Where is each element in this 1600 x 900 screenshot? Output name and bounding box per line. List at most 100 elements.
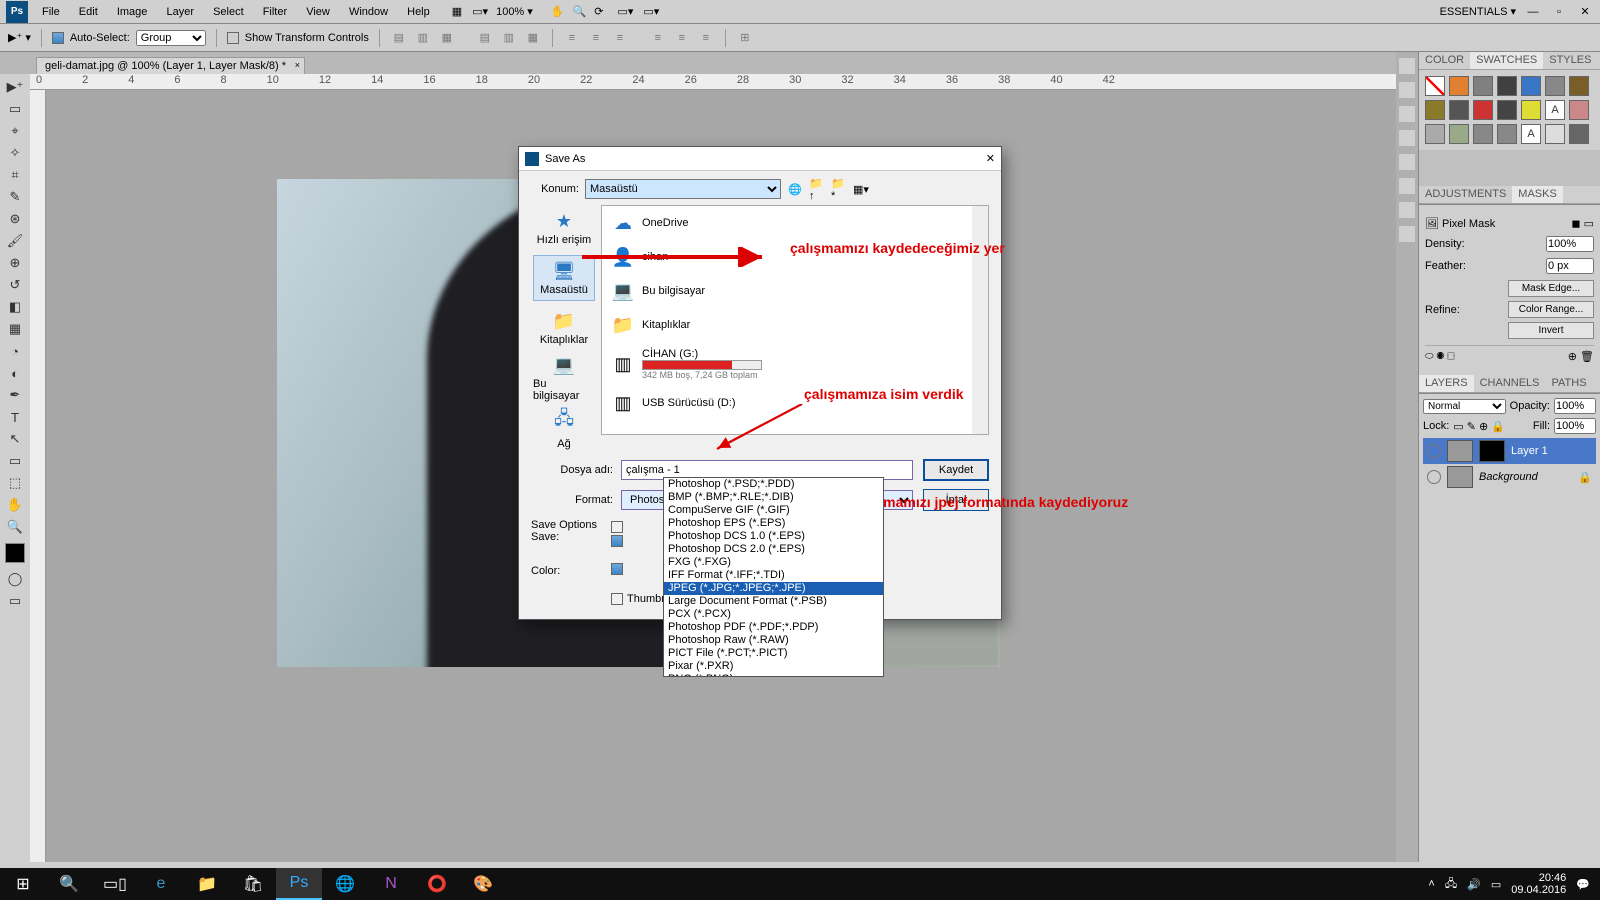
tab-paths[interactable]: PATHS <box>1546 375 1593 392</box>
clock[interactable]: 20:4609.04.2016 <box>1511 872 1566 896</box>
tab-styles[interactable]: STYLES <box>1543 52 1597 69</box>
menu-help[interactable]: Help <box>399 6 438 18</box>
up-icon[interactable]: 📁↑ <box>809 181 825 197</box>
shape-tool[interactable]: ▭ <box>3 451 27 471</box>
move-tool[interactable]: ▶⁺ <box>3 77 27 97</box>
close-tab-icon[interactable]: × <box>295 60 300 70</box>
eyedropper-tool[interactable]: ✎ <box>3 187 27 207</box>
swatch[interactable] <box>1425 76 1445 96</box>
list-item[interactable]: ▥USB Sürücüsü (D:) <box>602 386 988 420</box>
language-icon[interactable]: ▭ <box>1491 878 1501 891</box>
density-input[interactable] <box>1546 236 1594 252</box>
tray-chevron-icon[interactable]: ˄ <box>1428 878 1434 890</box>
launch-bridge-icon[interactable]: ▦ <box>452 5 462 18</box>
panel-icon[interactable] <box>1399 58 1415 74</box>
chrome-icon[interactable]: 🌐 <box>322 868 368 900</box>
screen-mode-icon[interactable]: ▭▾ <box>472 5 488 18</box>
history-brush-tool[interactable]: ↺ <box>3 275 27 295</box>
format-option[interactable]: Photoshop EPS (*.EPS) <box>664 517 883 530</box>
brush-tool[interactable]: 🖌 <box>3 231 27 251</box>
back-icon[interactable]: 🌐 <box>787 181 803 197</box>
tab-channels[interactable]: CHANNELS <box>1474 375 1546 392</box>
format-option[interactable]: FXG (*.FXG) <box>664 556 883 569</box>
tab-masks[interactable]: MASKS <box>1512 186 1563 203</box>
taskview-button[interactable]: ▭▯ <box>92 868 138 900</box>
edge-icon[interactable]: e <box>138 868 184 900</box>
viewmode-icon[interactable]: ▦▾ <box>853 181 869 197</box>
format-option[interactable]: Large Document Format (*.PSB) <box>664 595 883 608</box>
3d-tool[interactable]: ⬚ <box>3 473 27 493</box>
feather-input[interactable] <box>1546 258 1594 274</box>
newfolder-icon[interactable]: 📁* <box>831 181 847 197</box>
mask-edge-button[interactable]: Mask Edge... <box>1508 280 1594 297</box>
format-option-selected[interactable]: JPEG (*.JPG;*.JPEG;*.JPE) <box>664 582 883 595</box>
visibility-icon[interactable] <box>1427 470 1441 484</box>
close-button[interactable]: ✕ <box>1576 5 1594 18</box>
format-list[interactable]: Photoshop (*.PSD;*.PDD) BMP (*.BMP;*.RLE… <box>663 477 884 677</box>
format-option[interactable]: Photoshop (*.PSD;*.PDD) <box>664 478 883 491</box>
workspace-switcher[interactable]: ESSENTIALS ▾ <box>1440 5 1516 18</box>
screenmode-icon[interactable]: ▭ <box>3 591 27 611</box>
invert-button[interactable]: Invert <box>1508 322 1594 339</box>
zoom-tool[interactable]: 🔍 <box>3 517 27 537</box>
arrange-icon-2[interactable]: ▭▾ <box>643 5 659 18</box>
blend-mode[interactable]: Normal <box>1423 399 1506 414</box>
align-icon[interactable]: ▤ <box>390 29 408 47</box>
visibility-icon[interactable] <box>1427 444 1441 458</box>
explorer-icon[interactable]: 📁 <box>184 868 230 900</box>
format-option[interactable]: PCX (*.PCX) <box>664 608 883 621</box>
save-button[interactable]: Kaydet <box>923 459 989 481</box>
network-icon[interactable]: 🖧 <box>1445 875 1457 894</box>
format-option[interactable]: Photoshop DCS 2.0 (*.EPS) <box>664 543 883 556</box>
tab-swatches[interactable]: SWATCHES <box>1470 52 1543 69</box>
list-item[interactable]: 📁Kitaplıklar <box>602 308 988 342</box>
stamp-tool[interactable]: ⊕ <box>3 253 27 273</box>
tool-preset-icon[interactable]: ▶⁺ ▾ <box>8 31 31 44</box>
place-thispc[interactable]: 💻Bu bilgisayar <box>533 355 595 401</box>
auto-select-checkbox[interactable] <box>52 32 64 44</box>
menu-window[interactable]: Window <box>341 6 396 18</box>
dodge-tool[interactable]: ◐ <box>3 363 27 383</box>
gradient-tool[interactable]: ▦ <box>3 319 27 339</box>
cancel-button[interactable]: İptal <box>923 489 989 511</box>
onenote-icon[interactable]: N <box>368 868 414 900</box>
format-option[interactable]: Photoshop DCS 1.0 (*.EPS) <box>664 530 883 543</box>
list-item[interactable]: 👤cihan <box>602 240 988 274</box>
color-swatch[interactable] <box>3 539 27 567</box>
tab-color[interactable]: COLOR <box>1419 52 1470 69</box>
format-option[interactable]: BMP (*.BMP;*.RLE;*.DIB) <box>664 491 883 504</box>
layer-row[interactable]: Background🔒 <box>1423 464 1596 490</box>
quickmask-icon[interactable]: ◯ <box>3 569 27 589</box>
place-libraries[interactable]: 📁Kitaplıklar <box>533 305 595 351</box>
format-option[interactable]: Photoshop Raw (*.RAW) <box>664 634 883 647</box>
paint-icon[interactable]: 🎨 <box>460 868 506 900</box>
format-option[interactable]: Photoshop PDF (*.PDF;*.PDP) <box>664 621 883 634</box>
list-scrollbar[interactable] <box>972 206 988 434</box>
volume-icon[interactable]: 🔊 <box>1467 878 1481 891</box>
tab-layers[interactable]: LAYERS <box>1419 375 1474 392</box>
notifications-icon[interactable]: 💬 <box>1576 878 1590 891</box>
arrange-icon[interactable]: ▭▾ <box>617 5 633 18</box>
opacity-input[interactable] <box>1554 398 1596 414</box>
fill-input[interactable] <box>1554 418 1596 434</box>
file-list[interactable]: ☁OneDrive 👤cihan 💻Bu bilgisayar 📁Kitaplı… <box>601 205 989 435</box>
hand-icon[interactable]: ✋ <box>551 5 565 18</box>
wand-tool[interactable]: ✧ <box>3 143 27 163</box>
location-dropdown[interactable]: Masaüstü <box>585 179 781 199</box>
search-button[interactable]: 🔍 <box>46 868 92 900</box>
heal-tool[interactable]: ⊛ <box>3 209 27 229</box>
restore-button[interactable]: ▫ <box>1550 6 1568 18</box>
app-icon[interactable]: ⭕ <box>414 868 460 900</box>
path-tool[interactable]: ↖ <box>3 429 27 449</box>
crop-tool[interactable]: ⌗ <box>3 165 27 185</box>
menu-image[interactable]: Image <box>109 6 156 18</box>
menu-edit[interactable]: Edit <box>71 6 106 18</box>
format-option[interactable]: PNG (*.PNG) <box>664 673 883 677</box>
store-icon[interactable]: 🛍 <box>230 868 276 900</box>
menu-layer[interactable]: Layer <box>158 6 202 18</box>
marquee-tool[interactable]: ▭ <box>3 99 27 119</box>
eraser-tool[interactable]: ◧ <box>3 297 27 317</box>
rotate-view-icon[interactable]: ⟳ <box>594 5 603 18</box>
lasso-tool[interactable]: ⌖ <box>3 121 27 141</box>
menu-file[interactable]: File <box>34 6 68 18</box>
